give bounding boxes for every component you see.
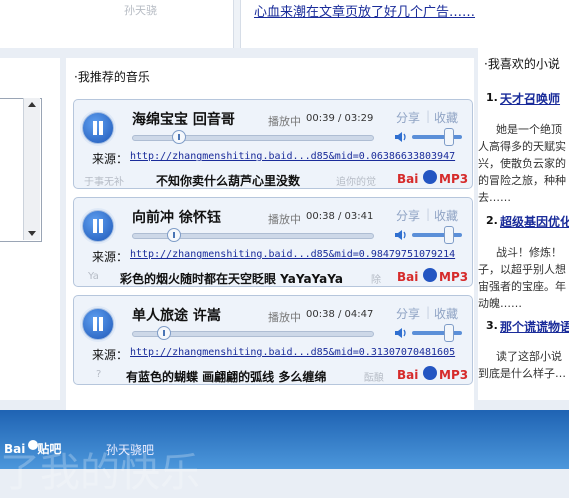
baidu-paw-icon bbox=[423, 268, 437, 282]
divider: | bbox=[426, 305, 431, 319]
source-link[interactable]: http://zhangmenshiting.baid...d85&mid=0.… bbox=[130, 151, 455, 162]
lyric-prev: ? bbox=[96, 369, 102, 380]
progress-knob[interactable] bbox=[157, 326, 172, 340]
baidu-paw-icon bbox=[28, 440, 38, 450]
scroll-down-arrow-icon[interactable] bbox=[28, 231, 36, 236]
volume-knob[interactable] bbox=[444, 226, 455, 244]
baidu-paw-icon bbox=[423, 170, 437, 184]
novels-section-title: ·我喜欢的小说 bbox=[484, 57, 560, 71]
baidu-paw-icon bbox=[423, 366, 437, 380]
novel-link[interactable]: 天才召唤师 bbox=[500, 90, 560, 107]
article-link[interactable]: 心血来潮在文章页放了好几个广告…… bbox=[254, 1, 475, 20]
lyric-current: 彩色的烟火随时都在天空眨眼 YaYaYaYa bbox=[120, 272, 343, 286]
progress-bar[interactable] bbox=[132, 228, 374, 242]
song-title: 海绵宝宝 回音哥 bbox=[132, 112, 235, 128]
left-scrollbar[interactable] bbox=[23, 98, 40, 240]
novel-desc-line: 宙强者的宝座。年 bbox=[478, 280, 566, 293]
music-player-card: 海绵宝宝 回音哥 播放中 00:39 / 03:29 分享 | 收藏 来源： h… bbox=[73, 99, 473, 189]
pause-button[interactable] bbox=[82, 210, 114, 242]
music-section-title: ·我推荐的音乐 bbox=[74, 70, 150, 84]
top-left-card bbox=[0, 0, 234, 48]
novel-desc-line: 人高得多的天赋实 bbox=[478, 140, 566, 153]
music-player-card: 向前冲 徐怀钰 播放中 00:38 / 03:41 分享 | 收藏 来源： ht… bbox=[73, 197, 473, 287]
volume-bar[interactable] bbox=[412, 233, 462, 237]
top-faded-text: 孙天骁 bbox=[124, 4, 157, 17]
novel-link[interactable]: 那个谎谎物语 bbox=[500, 318, 569, 335]
novel-desc-line: 到底是什么样子… bbox=[478, 367, 566, 380]
novel-link[interactable]: 超级基因优化 bbox=[500, 213, 569, 230]
source-label: 来源： bbox=[92, 348, 129, 362]
volume-icon[interactable] bbox=[394, 228, 408, 242]
play-status: 播放中 bbox=[268, 311, 301, 324]
volume-icon[interactable] bbox=[394, 130, 408, 144]
volume-knob[interactable] bbox=[444, 324, 455, 342]
progress-knob[interactable] bbox=[166, 228, 181, 242]
pause-button[interactable] bbox=[82, 112, 114, 144]
progress-bar[interactable] bbox=[132, 130, 374, 144]
source-label: 来源： bbox=[92, 152, 129, 166]
volume-knob[interactable] bbox=[444, 128, 455, 146]
novel-desc-line: 去…… bbox=[478, 191, 511, 204]
play-status: 播放中 bbox=[268, 213, 301, 226]
pause-button[interactable] bbox=[82, 308, 114, 340]
novel-desc-line: 的冒险之旅，种种 bbox=[478, 174, 566, 187]
novel-desc-line: 她是一个绝顶 bbox=[496, 123, 562, 136]
music-player-card: 单人旅途 许嵩 播放中 00:38 / 04:47 分享 | 收藏 来源： ht… bbox=[73, 295, 473, 385]
novel-number: 3. bbox=[486, 319, 498, 332]
novel-desc-line: 子，以超乎别人想 bbox=[478, 263, 566, 276]
play-time: 00:38 / 03:41 bbox=[306, 211, 374, 222]
play-time: 00:38 / 04:47 bbox=[306, 309, 374, 320]
lyric-next: 追你的觉 bbox=[336, 177, 376, 188]
progress-knob[interactable] bbox=[171, 130, 186, 144]
baidu-mp3-logo: Bai MP3 bbox=[397, 268, 469, 284]
lyric-prev: Ya bbox=[88, 271, 99, 282]
volume-icon[interactable] bbox=[394, 326, 408, 340]
baidu-mp3-logo: Bai MP3 bbox=[397, 170, 469, 186]
novel-desc-line: 读了这部小说 bbox=[496, 350, 562, 363]
share-link[interactable]: 分享 bbox=[396, 109, 420, 126]
song-title: 向前冲 徐怀钰 bbox=[132, 210, 221, 226]
volume-bar[interactable] bbox=[412, 331, 462, 335]
share-link[interactable]: 分享 bbox=[396, 305, 420, 322]
baidu-mp3-logo: Bai MP3 bbox=[397, 366, 469, 382]
progress-bar[interactable] bbox=[132, 326, 374, 340]
song-title: 单人旅途 许嵩 bbox=[132, 308, 221, 324]
novel-number: 2. bbox=[486, 214, 498, 227]
volume-bar[interactable] bbox=[412, 135, 462, 139]
divider: | bbox=[426, 109, 431, 123]
novel-number: 1. bbox=[486, 91, 498, 104]
novel-desc-line: 战斗！修炼！ bbox=[496, 246, 562, 259]
scroll-up-arrow-icon[interactable] bbox=[28, 102, 36, 107]
lyric-current: 有蓝色的蝴蝶 画翩翩的弧线 多么缠绵 bbox=[126, 370, 327, 384]
play-time: 00:39 / 03:29 bbox=[306, 113, 374, 124]
source-label: 来源： bbox=[92, 250, 129, 264]
share-link[interactable]: 分享 bbox=[396, 207, 420, 224]
favorite-link[interactable]: 收藏 bbox=[434, 109, 458, 126]
forum-name[interactable]: 孙天骁吧 bbox=[106, 441, 154, 458]
favorite-link[interactable]: 收藏 bbox=[434, 305, 458, 322]
divider: | bbox=[426, 207, 431, 221]
novel-desc-line: 兴，使散负云家的 bbox=[478, 157, 566, 170]
source-link[interactable]: http://zhangmenshiting.baid...d85&mid=0.… bbox=[130, 347, 455, 358]
lyric-next: 除 bbox=[371, 275, 381, 286]
lyric-prev: 于事无补 bbox=[84, 177, 124, 188]
lyric-next: 酝酿 bbox=[364, 373, 384, 384]
source-link[interactable]: http://zhangmenshiting.baid...d85&mid=0.… bbox=[130, 249, 455, 260]
novel-desc-line: 动魄…… bbox=[478, 297, 522, 310]
favorite-link[interactable]: 收藏 bbox=[434, 207, 458, 224]
lyric-current: 不知你卖什么葫芦心里没数 bbox=[156, 174, 301, 188]
play-status: 播放中 bbox=[268, 115, 301, 128]
